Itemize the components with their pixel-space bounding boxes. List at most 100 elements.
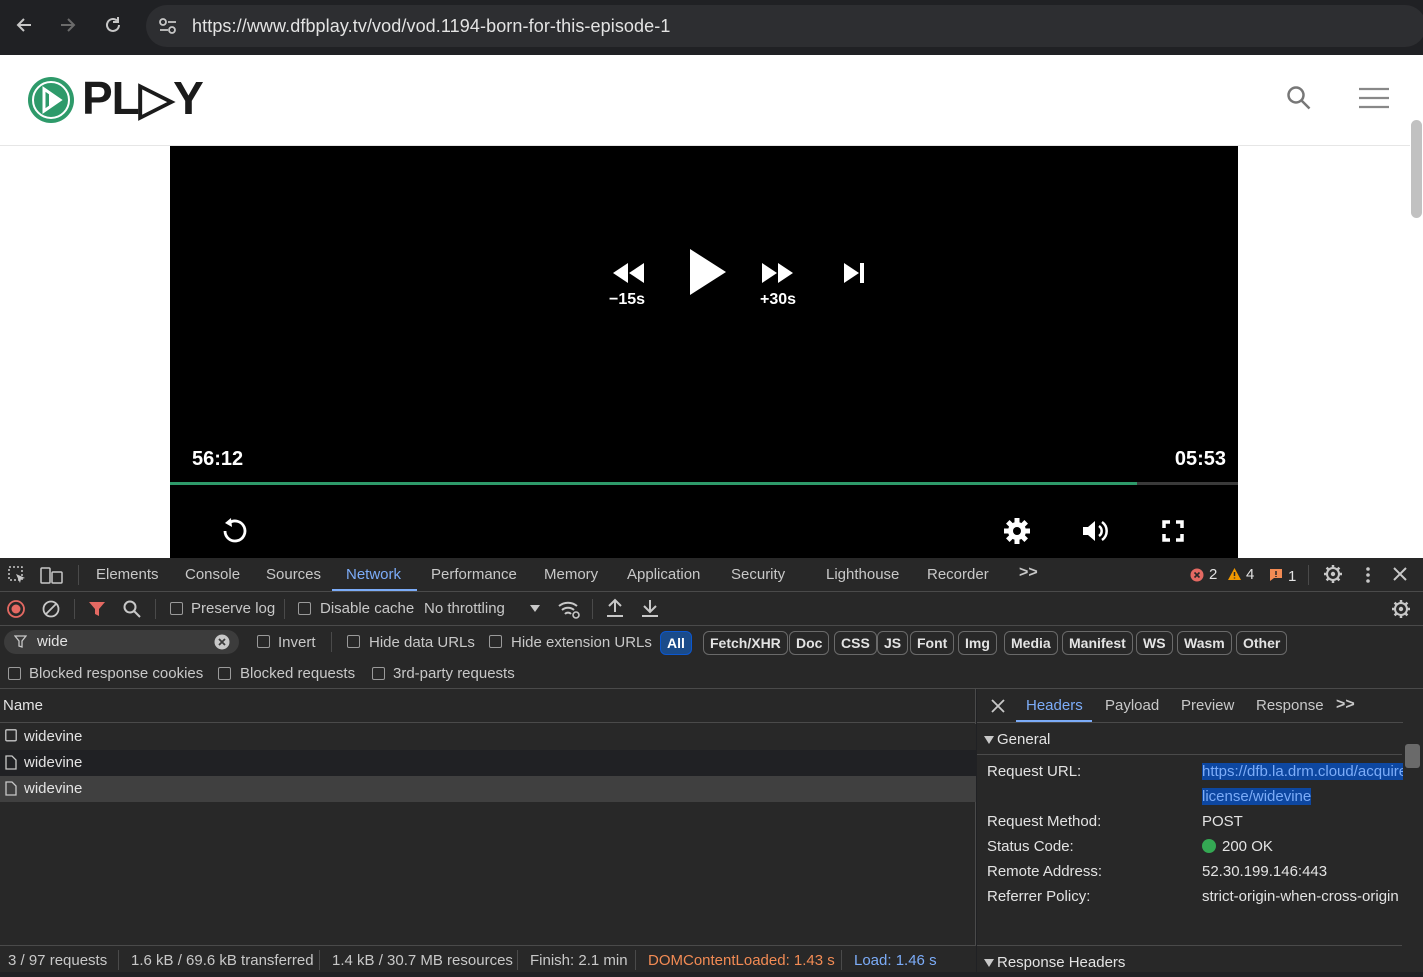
devtools-settings-icon[interactable] (1323, 564, 1343, 584)
request-row[interactable]: widevine (0, 724, 976, 750)
type-filter-ws[interactable]: WS (1136, 631, 1173, 655)
issues-icon[interactable] (1269, 568, 1283, 582)
progress-bar[interactable] (170, 482, 1238, 485)
type-filter-fetch-xhr[interactable]: Fetch/XHR (703, 631, 788, 655)
tab-memory[interactable]: Memory (544, 566, 598, 583)
hide-data-urls-checkbox[interactable] (347, 635, 360, 648)
tab-lighthouse[interactable]: Lighthouse (826, 566, 899, 583)
preserve-log-label[interactable]: Preserve log (191, 600, 275, 617)
more-details-tabs-icon[interactable]: >> (1336, 696, 1355, 714)
video-player[interactable]: −15s +30s 56:12 05:53 (170, 146, 1238, 558)
name-column-header[interactable]: Name (3, 697, 43, 714)
blocked-requests-checkbox[interactable] (218, 667, 231, 680)
device-toolbar-icon[interactable] (40, 565, 64, 585)
warning-count[interactable]: 4 (1246, 566, 1254, 583)
replay-icon[interactable] (220, 516, 250, 546)
disable-cache-label[interactable]: Disable cache (320, 600, 414, 617)
tab-performance[interactable]: Performance (431, 566, 517, 583)
tab-elements[interactable]: Elements (96, 566, 159, 583)
network-status-bar: 3 / 97 requests 1.6 kB / 69.6 kB transfe… (0, 945, 976, 972)
request-method-label: Request Method: (987, 813, 1102, 830)
type-filter-all[interactable]: All (660, 631, 692, 655)
type-filter-manifest[interactable]: Manifest (1062, 631, 1133, 655)
hide-extension-urls-checkbox[interactable] (489, 635, 502, 648)
dfb-logo-icon[interactable] (27, 76, 75, 124)
blocked-requests-label[interactable]: Blocked requests (240, 665, 355, 682)
back-icon[interactable] (9, 10, 39, 40)
tab-console[interactable]: Console (185, 566, 240, 583)
site-logo-text[interactable]: PL▷Y (82, 71, 204, 125)
third-party-label[interactable]: 3rd-party requests (393, 665, 515, 682)
chevron-down-icon[interactable] (529, 604, 541, 613)
filter-input[interactable]: wide (4, 630, 239, 654)
hide-extension-urls-label[interactable]: Hide extension URLs (511, 634, 652, 651)
disable-cache-checkbox[interactable] (298, 602, 311, 615)
close-devtools-icon[interactable] (1392, 566, 1408, 582)
throttling-select[interactable]: No throttling (424, 600, 505, 617)
reload-icon[interactable] (98, 10, 128, 40)
invert-label[interactable]: Invert (278, 634, 316, 651)
third-party-checkbox[interactable] (372, 667, 385, 680)
tab-payload[interactable]: Payload (1105, 697, 1159, 714)
play-icon[interactable] (682, 244, 732, 300)
record-icon[interactable] (7, 600, 25, 618)
tab-security[interactable]: Security (731, 566, 785, 583)
response-headers-section-header[interactable]: Response Headers (977, 945, 1402, 977)
error-count[interactable]: 2 (1209, 566, 1217, 583)
skip-next-icon[interactable] (840, 260, 868, 286)
type-filter-js[interactable]: JS (877, 631, 909, 655)
filter-icon[interactable] (88, 600, 106, 618)
close-details-icon[interactable] (991, 699, 1005, 713)
page-scrollbar-thumb[interactable] (1411, 120, 1422, 218)
request-url-link[interactable]: https://dfb.la.drm.cloud/acquire-license… (1202, 763, 1413, 805)
type-filter-font[interactable]: Font (910, 631, 955, 655)
address-bar[interactable]: https://www.dfbplay.tv/vod/vod.1194-born… (146, 5, 1423, 47)
type-filter-media[interactable]: Media (1004, 631, 1058, 655)
tab-recorder[interactable]: Recorder (927, 566, 989, 583)
type-filter-other[interactable]: Other (1236, 631, 1288, 655)
error-icon[interactable] (1190, 568, 1204, 582)
blocked-cookies-checkbox[interactable] (8, 667, 21, 680)
site-settings-icon[interactable] (158, 17, 178, 35)
tab-preview[interactable]: Preview (1181, 697, 1234, 714)
issues-count[interactable]: 1 (1288, 568, 1296, 585)
details-scrollbar-thumb[interactable] (1405, 744, 1420, 768)
type-filter-doc[interactable]: Doc (789, 631, 830, 655)
request-url-value[interactable]: https://dfb.la.drm.cloud/acquire-license… (1202, 759, 1413, 809)
tab-sources[interactable]: Sources (266, 566, 321, 583)
fast-forward-icon[interactable] (760, 260, 796, 286)
export-har-icon[interactable] (641, 598, 659, 618)
more-options-icon[interactable] (1360, 565, 1376, 585)
general-section-header[interactable]: General (977, 723, 1402, 755)
tab-application[interactable]: Application (627, 566, 700, 583)
tab-response[interactable]: Response (1256, 697, 1324, 714)
type-filter-img[interactable]: Img (958, 631, 997, 655)
clear-filter-icon[interactable] (214, 634, 230, 650)
network-conditions-icon[interactable] (557, 598, 581, 620)
more-tabs-icon[interactable]: >> (1019, 564, 1038, 582)
tab-network[interactable]: Network (346, 566, 401, 583)
blocked-cookies-label[interactable]: Blocked response cookies (29, 665, 203, 682)
request-row[interactable]: widevine (0, 750, 976, 776)
volume-icon[interactable] (1080, 516, 1110, 546)
warning-icon[interactable] (1227, 567, 1242, 581)
import-har-icon[interactable] (606, 598, 624, 618)
tab-headers[interactable]: Headers (1026, 697, 1083, 714)
hide-data-urls-label[interactable]: Hide data URLs (369, 634, 475, 651)
type-filter-css[interactable]: CSS (834, 631, 877, 655)
rewind-icon[interactable] (610, 260, 646, 286)
request-list-header[interactable]: Name (0, 689, 976, 723)
invert-checkbox[interactable] (257, 635, 270, 648)
request-row-selected[interactable]: widevine (0, 776, 976, 802)
preserve-log-checkbox[interactable] (170, 602, 183, 615)
search-icon[interactable] (1286, 85, 1312, 111)
type-filter-wasm[interactable]: Wasm (1177, 631, 1232, 655)
inspect-element-icon[interactable] (7, 565, 27, 585)
settings-gear-icon[interactable] (1002, 516, 1032, 546)
network-settings-icon[interactable] (1391, 599, 1411, 619)
search-network-icon[interactable] (122, 599, 142, 619)
fullscreen-icon[interactable] (1158, 516, 1188, 546)
menu-icon[interactable] (1358, 87, 1390, 109)
forward-icon[interactable] (53, 10, 83, 40)
clear-icon[interactable] (42, 600, 60, 618)
